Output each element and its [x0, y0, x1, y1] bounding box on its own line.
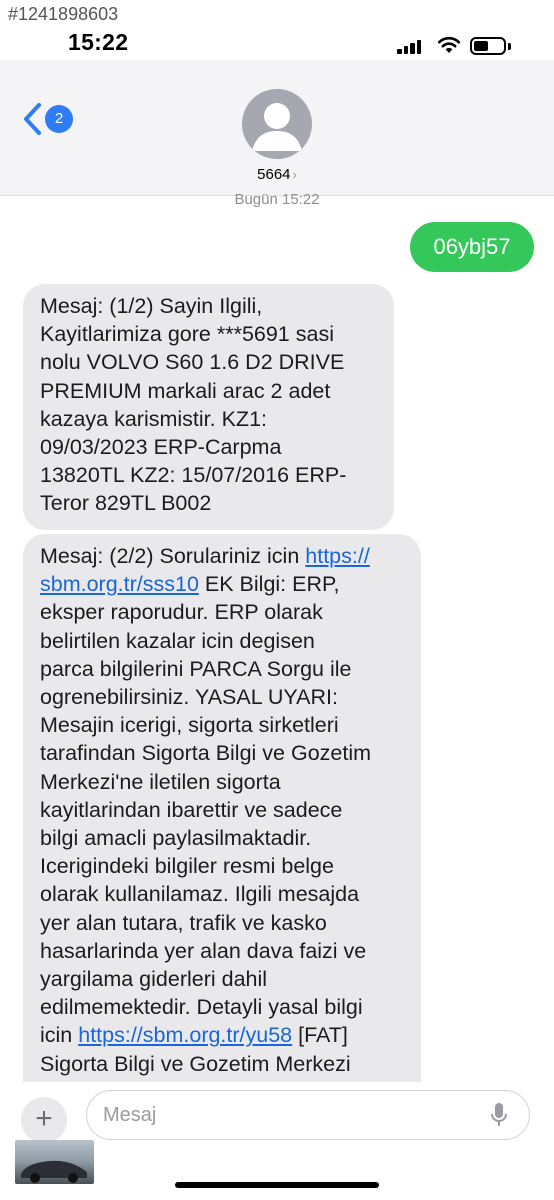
message-line: ogrenebilirsiniz. YASAL UYARI:: [40, 685, 338, 710]
message-line: Icerigindeki bilgiler resmi belge: [40, 854, 334, 879]
contact-name-text: 5664: [257, 166, 291, 183]
message-line: Sigorta Bilgi ve Gozetim Merkezi: [40, 1051, 351, 1076]
signal-icon: [397, 40, 423, 54]
wifi-icon: [437, 36, 461, 53]
sss10-link[interactable]: https://: [305, 544, 370, 568]
conversation-header: 2 5664 ›: [0, 60, 554, 196]
contact-chevron-icon: ›: [292, 167, 297, 182]
message-line: eksper raporudur. ERP olarak: [40, 600, 323, 625]
status-bar: 15:22: [0, 26, 554, 60]
status-time: 15:22: [68, 29, 129, 55]
message-line: kayitlarindan ibarettir ve sadece: [40, 797, 343, 822]
unread-count-badge: 2: [45, 105, 73, 133]
message-timestamp: Bugün 15:22: [234, 191, 320, 208]
message-text: [FAT]: [292, 1023, 348, 1048]
message-line: yargilama giderleri dahil: [40, 967, 268, 992]
message-line: icin https://sbm.org.tr/yu58 [FAT]: [40, 1021, 407, 1049]
back-chevron-icon: [24, 103, 41, 135]
message-line: belirtilen kazalar icin degisen: [40, 628, 315, 653]
message-line: Mesaj: (1/2) Sayin Ilgili,: [40, 294, 263, 318]
battery-icon: [470, 37, 506, 55]
message-line: 09/03/2023 ERP-Carpma: [40, 435, 282, 460]
person-avatar-icon: [252, 103, 302, 151]
message-line: Mesaj: (2/2) Sorulariniz icin https://: [40, 542, 407, 570]
message-line: Mesajin icerigi, sigorta sirketleri: [40, 713, 339, 738]
listing-id-overlay: #1241898603: [8, 4, 119, 24]
message-line: 13820TL KZ2: 15/07/2016 ERP-: [40, 463, 347, 488]
message-text: icin: [40, 1023, 79, 1048]
message-line: Kayitlarimiza gore ***5691 sasi: [40, 322, 334, 347]
back-button[interactable]: 2: [18, 100, 78, 142]
message-line: tarafindan Sigorta Bilgi ve Gozetim: [40, 741, 372, 766]
message-line: PREMIUM markali arac 2 adet: [40, 378, 331, 403]
home-indicator: [175, 1182, 379, 1188]
message-line: kazaya karismistir. KZ1:: [40, 406, 267, 431]
contact-avatar[interactable]: [242, 89, 312, 159]
message-line: parca bilgilerini PARCA Sorgu ile: [40, 656, 352, 681]
sent-message-bubble[interactable]: 06ybj57: [410, 222, 534, 272]
message-line: yer alan tutara, trafik ve kasko: [40, 910, 327, 935]
sss10-link-cont[interactable]: sbm.org.tr/sss10: [40, 572, 199, 596]
message-text: Mesaj: (2/2) Sorulariniz icin: [40, 544, 306, 568]
battery-cap: [508, 43, 511, 50]
microphone-icon[interactable]: [490, 1102, 508, 1128]
message-line: hasarlarinda yer alan dava faizi ve: [40, 938, 367, 963]
contact-name[interactable]: 5664 ›: [232, 166, 322, 183]
message-line: bilgi amacli paylasilmaktadir.: [40, 826, 312, 851]
message-line: Merkezi'ne iletilen sigorta: [40, 769, 281, 794]
yu58-link[interactable]: https://sbm.org.tr/yu58: [78, 1023, 292, 1047]
message-text: EK Bilgi: ERP,: [198, 572, 340, 597]
message-line: edilmemektedir. Detayli yasal bilgi: [40, 995, 363, 1020]
message-line: nolu VOLVO S60 1.6 D2 DRIVE: [40, 350, 345, 375]
message-line: olarak kullanilamaz. Ilgili mesajda: [40, 882, 360, 907]
message-input-bar: +: [0, 1082, 554, 1200]
received-message-bubble-1[interactable]: Mesaj: (1/2) Sayin Ilgili, Kayitlarimiza…: [23, 284, 394, 530]
car-photo-thumbnail: [15, 1140, 94, 1184]
message-line: Teror 829TL B002: [40, 491, 212, 516]
received-message-bubble-2[interactable]: Mesaj: (2/2) Sorulariniz icin https:// s…: [23, 534, 421, 1094]
plus-icon[interactable]: +: [21, 1097, 67, 1143]
message-input[interactable]: [86, 1090, 530, 1140]
message-line: sbm.org.tr/sss10 EK Bilgi: ERP,: [40, 570, 407, 598]
